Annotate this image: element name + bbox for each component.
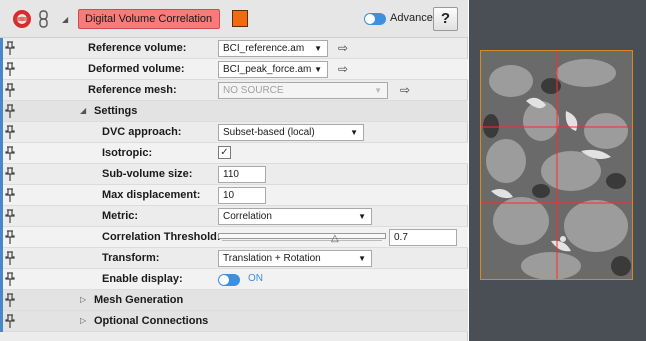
- pin-icon[interactable]: [0, 164, 15, 185]
- port-label: Sub-volume size:: [102, 168, 193, 180]
- pin-icon[interactable]: [0, 227, 15, 248]
- slice-render: [481, 51, 632, 279]
- expanded-triangle-icon[interactable]: ◢: [80, 106, 86, 115]
- connect-arrow-icon[interactable]: ⇨: [400, 83, 410, 97]
- dropdown-arrow-icon: ▼: [350, 128, 358, 137]
- port-label: Isotropic:: [102, 147, 153, 159]
- red-ring-module-icon[interactable]: [12, 9, 32, 29]
- pin-icon[interactable]: [0, 143, 15, 164]
- collapsed-triangle-icon[interactable]: ▷: [80, 295, 86, 304]
- port-row-dvc-approach: DVC approach: Subset-based (local) ▼: [0, 122, 468, 143]
- pin-icon[interactable]: [0, 206, 15, 227]
- port-row-metric: Metric: Correlation ▼: [0, 206, 468, 227]
- deformed-volume-select[interactable]: BCI_peak_force.am ▼: [218, 61, 328, 78]
- dvc-approach-select[interactable]: Subset-based (local) ▼: [218, 124, 364, 141]
- optional-connections-group-header[interactable]: ▷ Optional Connections: [0, 311, 468, 332]
- collapse-triangle-icon[interactable]: ◢: [62, 15, 68, 24]
- transform-select[interactable]: Translation + Rotation ▼: [218, 250, 372, 267]
- dropdown-arrow-icon: ▼: [374, 86, 382, 95]
- group-label: Optional Connections: [94, 315, 209, 327]
- port-label: Metric:: [102, 210, 139, 222]
- port-row-correlation-threshold: Correlation Threshold: △ 0.7: [0, 227, 468, 248]
- mesh-generation-group-header[interactable]: ▷ Mesh Generation: [0, 290, 468, 311]
- port-row-deformed-volume: Deformed volume: BCI_peak_force.am ▼ ⇨: [0, 59, 468, 80]
- help-button[interactable]: ?: [433, 7, 458, 31]
- advanced-toggle[interactable]: [364, 13, 386, 25]
- isotropic-checkbox[interactable]: ✓: [218, 146, 231, 159]
- properties-panel: ◢ Digital Volume Correlation Advanced ? …: [0, 0, 468, 341]
- pin-icon[interactable]: [0, 122, 15, 143]
- reference-mesh-select[interactable]: NO SOURCE ▼: [218, 82, 388, 99]
- port-row-reference-volume: Reference volume: BCI_reference.am ▼ ⇨: [0, 38, 468, 59]
- dropdown-arrow-icon: ▼: [314, 65, 322, 74]
- toggle-state-label: ON: [248, 273, 263, 284]
- max-displacement-input[interactable]: 10: [218, 187, 266, 204]
- port-label: Transform:: [102, 252, 160, 264]
- slider-ticks: [222, 240, 382, 242]
- connect-arrow-icon[interactable]: ⇨: [338, 41, 348, 55]
- port-label: DVC approach:: [102, 126, 182, 138]
- pin-icon[interactable]: [0, 248, 15, 269]
- pin-icon[interactable]: [0, 269, 15, 290]
- dropdown-arrow-icon: ▼: [358, 254, 366, 263]
- port-label: Enable display:: [102, 273, 183, 285]
- dropdown-arrow-icon: ▼: [358, 212, 366, 221]
- select-value: Correlation: [223, 211, 272, 222]
- port-list: Reference volume: BCI_reference.am ▼ ⇨ De…: [0, 38, 468, 332]
- chain-link-icon[interactable]: [38, 10, 50, 28]
- dropdown-arrow-icon: ▼: [314, 44, 322, 53]
- port-label: Reference volume:: [88, 42, 187, 54]
- correlation-threshold-input[interactable]: 0.7: [389, 229, 457, 246]
- port-row-max-displacement: Max displacement: 10: [0, 185, 468, 206]
- select-value: NO SOURCE: [223, 85, 284, 96]
- port-label: Deformed volume:: [88, 63, 185, 75]
- pin-icon[interactable]: [0, 59, 15, 80]
- sub-volume-size-input[interactable]: 110: [218, 166, 266, 183]
- module-color-swatch[interactable]: [232, 10, 248, 27]
- port-row-isotropic: Isotropic: ✓: [0, 143, 468, 164]
- port-row-sub-volume-size: Sub-volume size: 110: [0, 164, 468, 185]
- port-row-enable-display: Enable display: ON: [0, 269, 468, 290]
- enable-display-toggle[interactable]: [218, 274, 240, 286]
- port-row-transform: Transform: Translation + Rotation ▼: [0, 248, 468, 269]
- port-label: Max displacement:: [102, 189, 201, 201]
- connect-arrow-icon[interactable]: ⇨: [338, 62, 348, 76]
- pin-icon[interactable]: [0, 311, 15, 332]
- select-value: Translation + Rotation: [223, 253, 321, 264]
- metric-select[interactable]: Correlation ▼: [218, 208, 372, 225]
- group-label: Settings: [94, 105, 138, 117]
- pin-icon[interactable]: [0, 185, 15, 206]
- port-label: Reference mesh:: [88, 84, 177, 96]
- pin-icon[interactable]: [0, 80, 15, 101]
- group-label: Mesh Generation: [94, 294, 184, 306]
- 3d-viewer[interactable]: [469, 0, 646, 341]
- port-row-reference-mesh: Reference mesh: NO SOURCE ▼ ⇨: [0, 80, 468, 101]
- pin-icon[interactable]: [0, 101, 15, 122]
- collapsed-triangle-icon[interactable]: ▷: [80, 316, 86, 325]
- select-value: Subset-based (local): [223, 127, 315, 138]
- volume-slice-image[interactable]: [480, 50, 633, 280]
- pin-icon[interactable]: [0, 38, 15, 59]
- module-title[interactable]: Digital Volume Correlation: [78, 9, 220, 29]
- pin-icon[interactable]: [0, 290, 15, 311]
- module-header: ◢ Digital Volume Correlation Advanced ?: [0, 0, 468, 38]
- advanced-label: Advanced: [390, 12, 439, 24]
- port-label: Correlation Threshold:: [102, 231, 221, 243]
- reference-volume-select[interactable]: BCI_reference.am ▼: [218, 40, 328, 57]
- correlation-threshold-slider[interactable]: [218, 233, 386, 239]
- select-value: BCI_peak_force.am: [223, 64, 312, 75]
- slider-thumb-icon[interactable]: △: [331, 233, 339, 244]
- settings-group-header[interactable]: ◢ Settings: [0, 101, 468, 122]
- select-value: BCI_reference.am: [223, 43, 305, 54]
